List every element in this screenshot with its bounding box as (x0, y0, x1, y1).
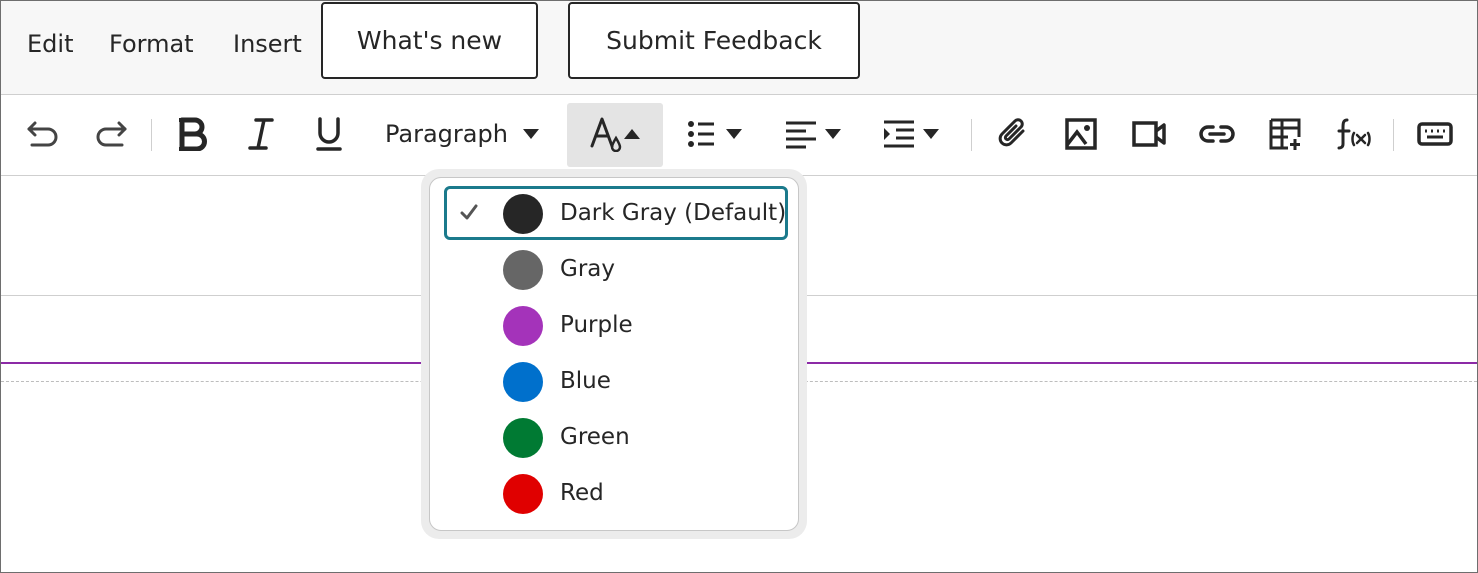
formatting-toolbar: Paragraph (1, 95, 1477, 176)
paragraph-style-dropdown[interactable]: Paragraph (385, 109, 540, 159)
color-option-label: Red (560, 480, 604, 506)
bullet-list-icon (688, 121, 714, 147)
redo-icon[interactable] (91, 109, 131, 159)
attachment-icon[interactable] (993, 109, 1033, 159)
whats-new-button[interactable]: What's new (321, 2, 538, 79)
table-icon[interactable] (1265, 109, 1305, 159)
color-swatch (503, 362, 543, 402)
whats-new-label: What's new (356, 26, 503, 55)
color-option-green[interactable]: Green (430, 410, 798, 466)
text-color-icon (590, 117, 622, 152)
editor-frame: Edit Format Insert What's new Submit Fee… (0, 0, 1478, 573)
indent-icon (884, 120, 914, 148)
italic-icon[interactable] (241, 109, 281, 159)
toolbar-separator (1393, 119, 1394, 151)
color-option-blue[interactable]: Blue (430, 354, 798, 410)
formula-icon[interactable] (1333, 109, 1373, 159)
align-button[interactable] (781, 109, 845, 159)
indent-button[interactable] (879, 109, 943, 159)
color-swatch (503, 250, 543, 290)
bullet-list-button[interactable] (685, 109, 745, 159)
menu-format[interactable]: Format (109, 29, 194, 59)
video-icon[interactable] (1129, 109, 1169, 159)
color-option-label: Gray (560, 256, 615, 282)
submit-feedback-button[interactable]: Submit Feedback (568, 2, 860, 79)
chevron-down-icon (726, 129, 742, 139)
image-icon[interactable] (1061, 109, 1101, 159)
text-color-button[interactable] (579, 109, 651, 159)
color-swatch (503, 474, 543, 514)
color-option-label: Green (560, 424, 630, 450)
submit-feedback-label: Submit Feedback (606, 26, 822, 55)
menu-bar: Edit Format Insert What's new Submit Fee… (1, 1, 1477, 95)
chevron-down-icon (522, 129, 539, 139)
menu-edit[interactable]: Edit (27, 29, 73, 59)
chevron-up-icon (624, 129, 640, 139)
chevron-down-icon (923, 129, 939, 139)
selected-option-focus-ring (444, 186, 788, 240)
undo-icon[interactable] (23, 109, 63, 159)
keyboard-icon[interactable] (1415, 109, 1455, 159)
color-option-label: Blue (560, 368, 611, 394)
align-left-icon (786, 121, 816, 149)
paragraph-style-label: Paragraph (385, 120, 508, 148)
color-swatch (503, 306, 543, 346)
chevron-down-icon (825, 129, 841, 139)
color-option-purple[interactable]: Purple (430, 298, 798, 354)
toolbar-separator (971, 119, 972, 151)
link-icon[interactable] (1197, 109, 1237, 159)
underline-icon[interactable] (309, 109, 349, 159)
menu-insert[interactable]: Insert (233, 29, 302, 59)
toolbar-separator (151, 119, 152, 151)
color-option-red[interactable]: Red (430, 466, 798, 522)
color-swatch (503, 418, 543, 458)
bold-icon[interactable] (173, 109, 213, 159)
color-option-gray[interactable]: Gray (430, 242, 798, 298)
color-option-label: Purple (560, 312, 633, 338)
